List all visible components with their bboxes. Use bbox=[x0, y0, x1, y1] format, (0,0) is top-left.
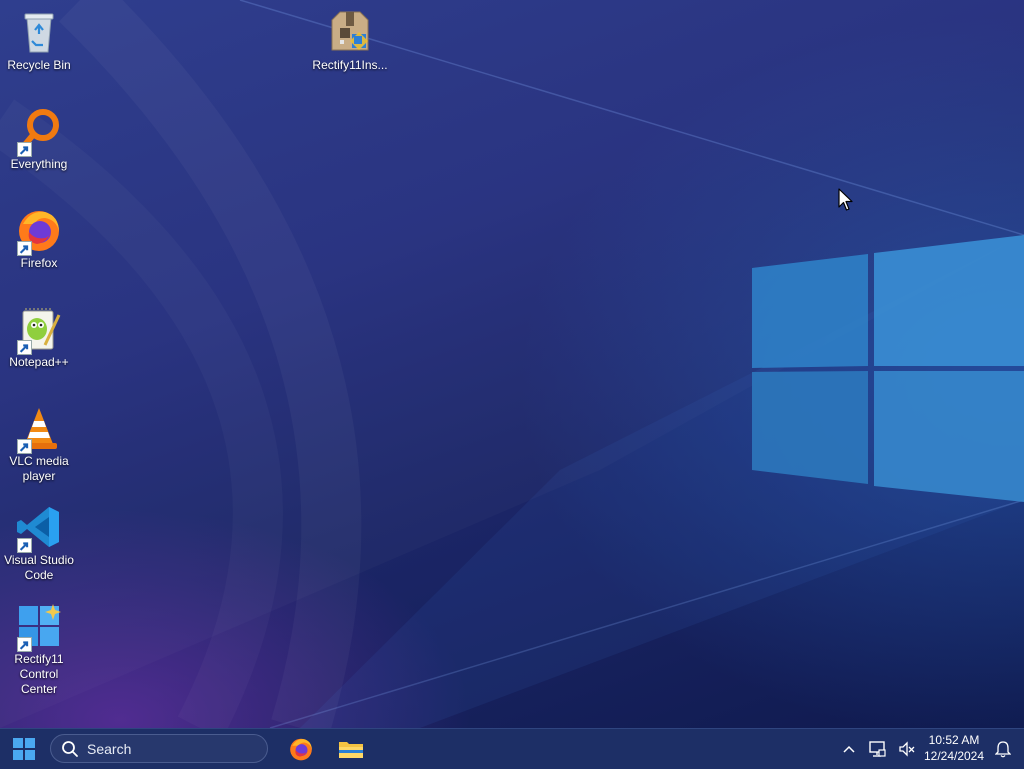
desktop-icon-label: VLC media player bbox=[9, 454, 69, 483]
notification-button[interactable] bbox=[992, 729, 1014, 769]
clock-time: 10:52 AM bbox=[928, 733, 980, 747]
desktop-icon-label: Firefox bbox=[20, 256, 58, 270]
desktop[interactable]: Recycle Bin Everything Firefox Notepad++… bbox=[0, 0, 1024, 728]
shortcut-arrow-icon bbox=[17, 538, 32, 553]
firefox-icon bbox=[290, 738, 312, 761]
vscode-icon bbox=[15, 503, 63, 553]
vlc-icon bbox=[15, 404, 63, 454]
firefox-icon bbox=[15, 206, 63, 256]
installer-package-icon bbox=[326, 8, 374, 56]
taskbar-file-explorer-button[interactable] bbox=[334, 729, 368, 769]
shortcut-arrow-icon bbox=[17, 241, 32, 256]
notepad-plus-plus-icon bbox=[15, 305, 63, 355]
taskbar-firefox-button[interactable] bbox=[284, 729, 318, 769]
desktop-icon-notepad-plus-plus[interactable]: Notepad++ bbox=[0, 305, 78, 370]
desktop-icon-rectify11-installer[interactable]: Rectify11Ins... bbox=[311, 8, 389, 73]
desktop-icon-vscode[interactable]: Visual Studio Code bbox=[0, 503, 78, 583]
windows-wallpaper bbox=[59, 0, 1024, 728]
everything-search-icon bbox=[15, 107, 63, 157]
volume-tray-button[interactable] bbox=[896, 729, 918, 769]
shortcut-arrow-icon bbox=[17, 142, 32, 157]
clock-date: 12/24/2024 bbox=[923, 749, 985, 763]
desktop-icon-label: Notepad++ bbox=[9, 355, 69, 369]
desktop-icon-label: Rectify11 Control Center bbox=[14, 652, 64, 696]
desktop-icon-everything[interactable]: Everything bbox=[0, 107, 78, 172]
start-button[interactable] bbox=[6, 729, 42, 769]
recycle-bin-icon bbox=[15, 8, 63, 56]
desktop-icon-label: Rectify11Ins... bbox=[312, 58, 388, 72]
search-placeholder: Search bbox=[87, 740, 132, 757]
show-hidden-icons-button[interactable] bbox=[840, 729, 858, 769]
chevron-up-icon bbox=[843, 745, 855, 753]
desktop-icon-vlc[interactable]: VLC media player bbox=[0, 404, 78, 484]
taskbar: Search 10:52 AM 12/24/2024 bbox=[0, 728, 1024, 769]
shortcut-arrow-icon bbox=[17, 439, 32, 454]
clock[interactable]: 10:52 AM 12/24/2024 bbox=[922, 732, 986, 764]
folder-icon bbox=[339, 742, 363, 758]
search-icon bbox=[62, 740, 78, 757]
desktop-icon-label: Visual Studio Code bbox=[4, 553, 74, 582]
mouse-cursor-icon bbox=[838, 188, 853, 211]
desktop-icon-label: Everything bbox=[10, 157, 68, 171]
taskbar-search-box[interactable]: Search bbox=[50, 734, 268, 763]
network-icon bbox=[869, 741, 886, 757]
desktop-icon-firefox[interactable]: Firefox bbox=[0, 206, 78, 271]
windows-logo-icon bbox=[13, 738, 35, 760]
shortcut-arrow-icon bbox=[17, 637, 32, 652]
bell-icon bbox=[995, 741, 1011, 758]
desktop-icon-label: Recycle Bin bbox=[7, 58, 71, 72]
volume-muted-icon bbox=[899, 741, 915, 757]
desktop-icon-recycle-bin[interactable]: Recycle Bin bbox=[0, 8, 78, 73]
network-tray-button[interactable] bbox=[866, 729, 888, 769]
desktop-icon-rectify11-control-center[interactable]: Rectify11 Control Center bbox=[0, 602, 78, 697]
shortcut-arrow-icon bbox=[17, 340, 32, 355]
rectify11-control-center-icon bbox=[15, 602, 63, 652]
